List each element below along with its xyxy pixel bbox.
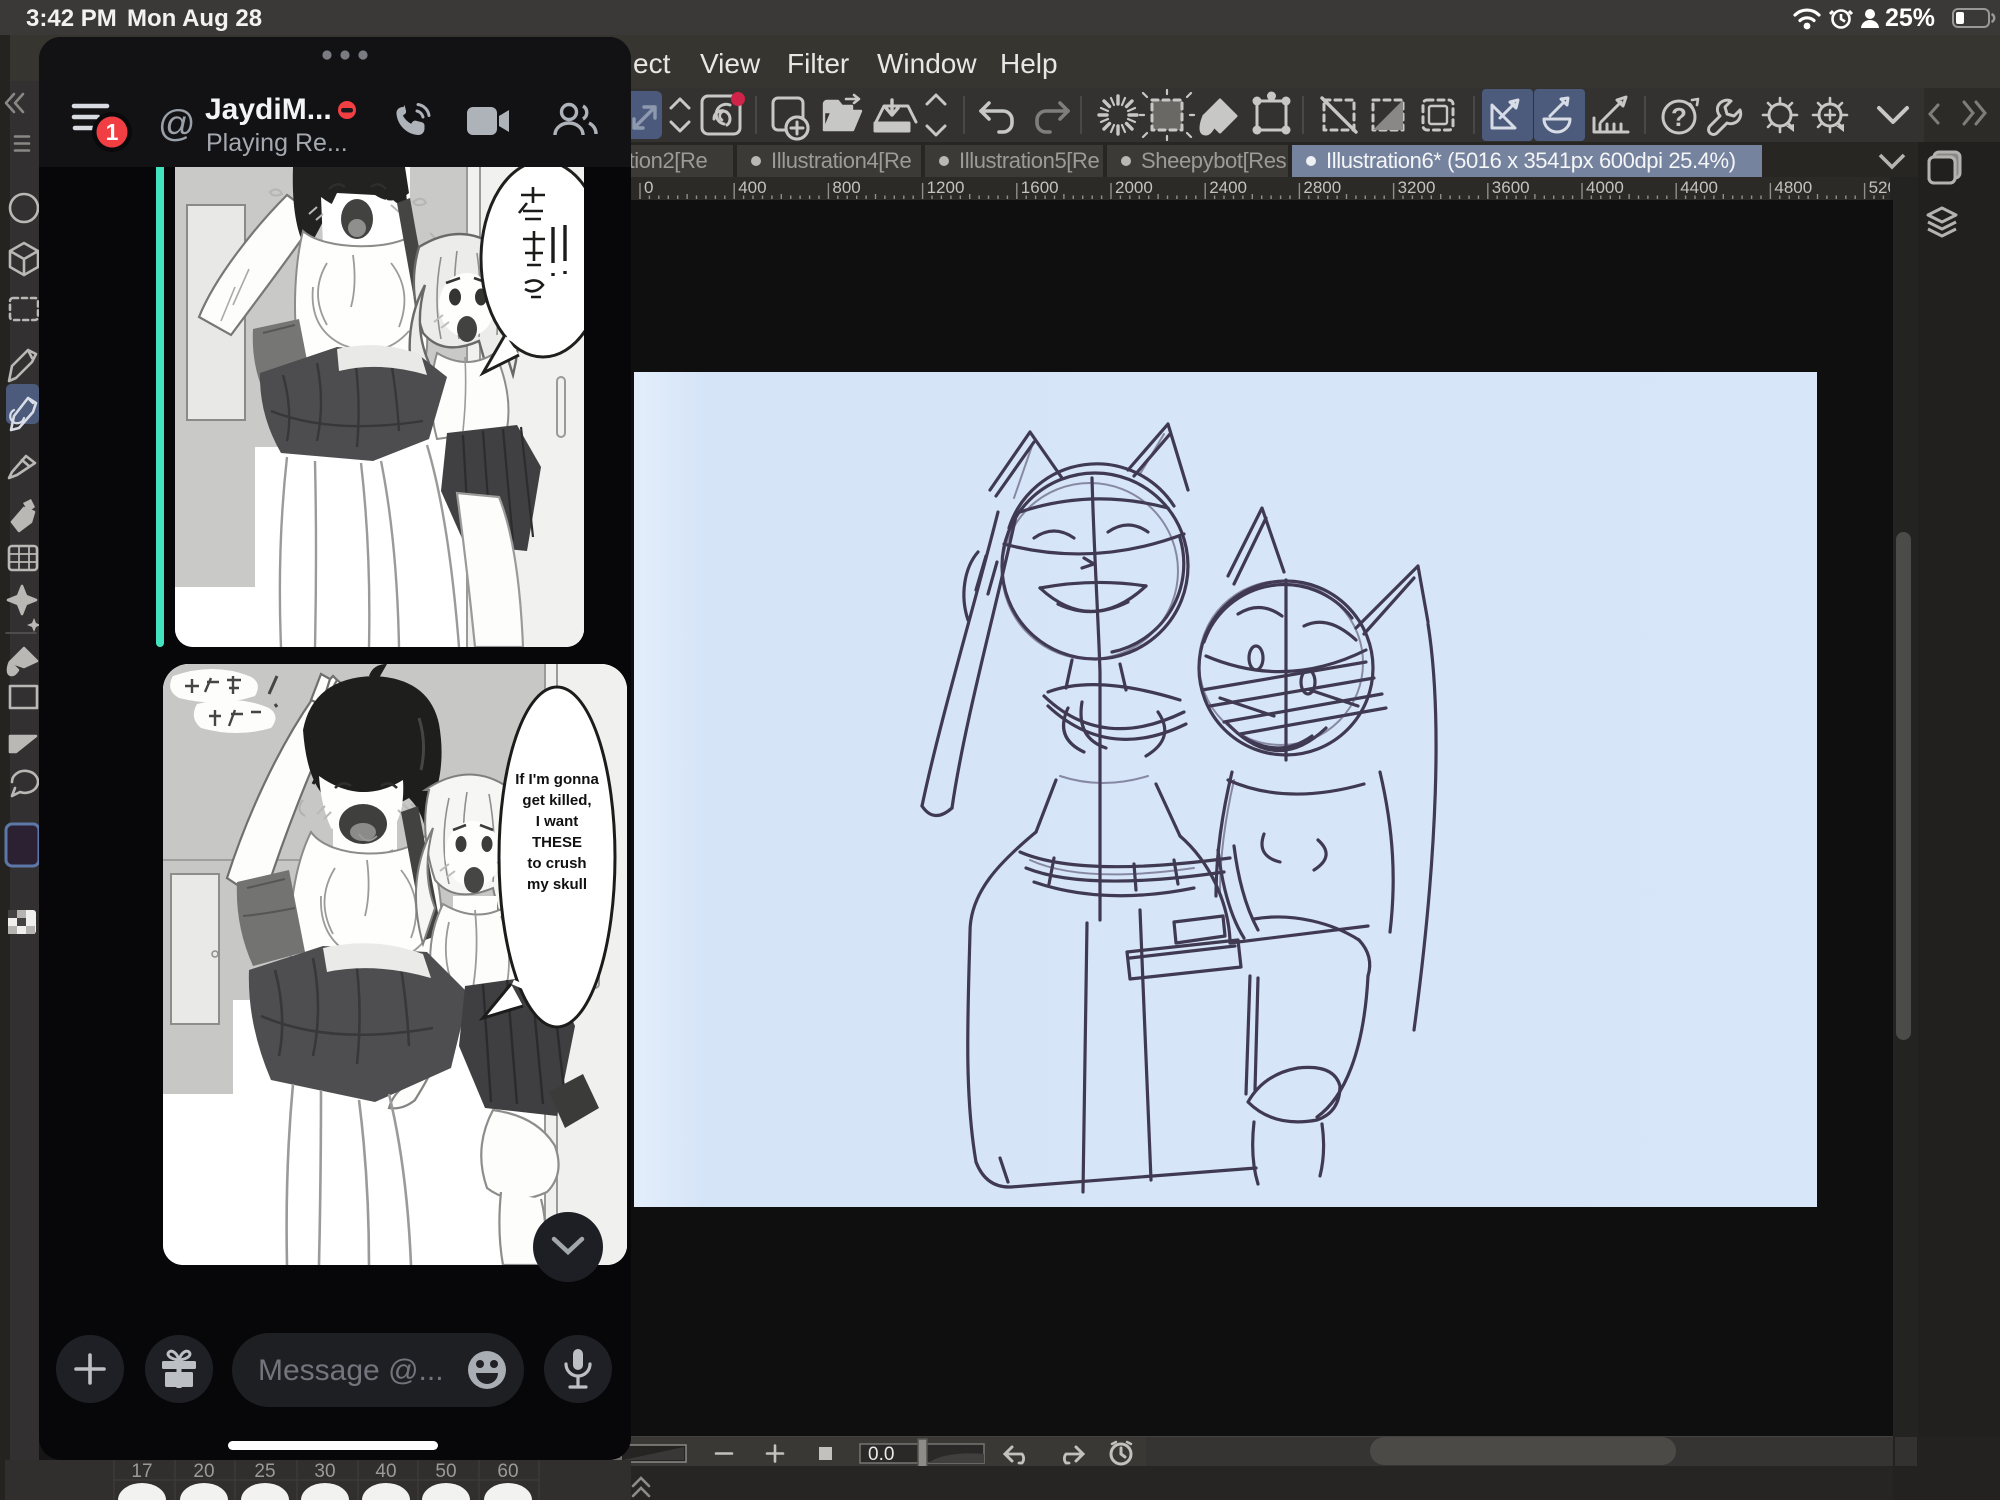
svg-text:25: 25 [254, 1461, 275, 1482]
svg-text:17: 17 [131, 1461, 152, 1482]
svg-text:20: 20 [193, 1461, 214, 1482]
svg-text:0: 0 [644, 178, 653, 197]
svg-text:1: 1 [106, 119, 119, 145]
svg-text:1200: 1200 [927, 178, 965, 197]
svg-text:I want: I want [536, 813, 579, 830]
svg-text:1600: 1600 [1021, 178, 1059, 197]
svg-text:0.0: 0.0 [868, 1444, 894, 1465]
svg-text:?: ? [1671, 102, 1687, 132]
svg-text:50: 50 [435, 1461, 456, 1482]
svg-text:2400: 2400 [1209, 178, 1247, 197]
svg-text:If I'm gonna: If I'm gonna [515, 771, 599, 788]
svg-text:4000: 4000 [1586, 178, 1624, 197]
svg-text:2000: 2000 [1115, 178, 1153, 197]
svg-text:4400: 4400 [1680, 178, 1718, 197]
svg-text:3600: 3600 [1492, 178, 1530, 197]
svg-text:40: 40 [375, 1461, 396, 1482]
svg-text:THESE: THESE [532, 834, 582, 851]
svg-text:my skull: my skull [527, 876, 587, 893]
svg-text:3200: 3200 [1398, 178, 1436, 197]
svg-text:25%: 25% [1885, 5, 1935, 31]
svg-text:800: 800 [832, 178, 860, 197]
svg-text:4800: 4800 [1774, 178, 1812, 197]
svg-text:2800: 2800 [1303, 178, 1341, 197]
svg-text:to crush: to crush [527, 855, 586, 872]
svg-text:30: 30 [314, 1461, 335, 1482]
svg-text:60: 60 [497, 1461, 518, 1482]
svg-text:400: 400 [738, 178, 766, 197]
svg-text:get killed,: get killed, [522, 792, 591, 809]
